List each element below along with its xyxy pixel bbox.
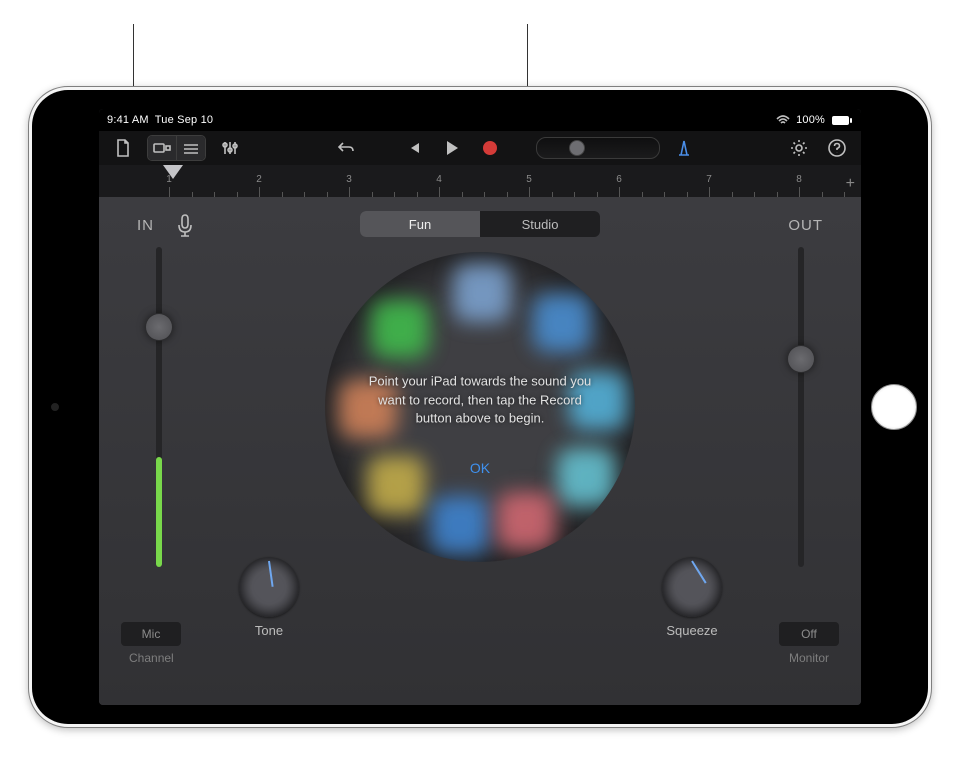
tone-knob[interactable]: [239, 557, 299, 617]
gear-icon: [790, 139, 808, 157]
document-icon: [115, 139, 131, 157]
status-time: 9:41 AM: [107, 114, 149, 126]
undo-icon: [337, 141, 355, 155]
my-songs-button[interactable]: [109, 136, 137, 160]
view-toggle-group: [147, 135, 206, 161]
tracks-button[interactable]: [177, 136, 205, 160]
in-label: IN: [137, 217, 154, 234]
front-camera: [50, 402, 60, 412]
status-date: Tue Sep 10: [155, 114, 213, 126]
out-slider-knob[interactable]: [787, 345, 815, 373]
preset-wheel[interactable]: Point your iPad towards the sound you wa…: [325, 252, 635, 562]
mode-segmented-control: Fun Studio: [360, 211, 600, 237]
tone-label: Tone: [255, 623, 283, 638]
monitor-label: Monitor: [789, 651, 829, 665]
tracks-icon: [182, 141, 200, 155]
squeeze-label: Squeeze: [666, 623, 717, 638]
browser-icon: [153, 141, 171, 155]
metronome-button[interactable]: [670, 136, 698, 160]
ipad-device: 9:41 AM Tue Sep 10 100%: [28, 86, 932, 728]
overlay-ok-button[interactable]: OK: [470, 460, 490, 476]
home-button[interactable]: [871, 384, 917, 430]
master-volume-slider[interactable]: [536, 137, 660, 159]
out-level-slider[interactable]: [781, 247, 821, 567]
settings-button[interactable]: [785, 136, 813, 160]
overlay-message: Point your iPad towards the sound you wa…: [360, 373, 600, 430]
audio-recorder-main: IN OUT Fun Studio: [99, 197, 861, 705]
squeeze-knob[interactable]: [662, 557, 722, 617]
in-level-slider[interactable]: [139, 247, 179, 567]
help-button[interactable]: [823, 136, 851, 160]
help-icon: [828, 139, 846, 157]
mode-tab-fun[interactable]: Fun: [360, 211, 480, 237]
add-section-button[interactable]: +: [846, 175, 855, 193]
out-label: OUT: [788, 217, 823, 234]
channel-button[interactable]: Mic: [121, 622, 181, 646]
battery-icon: [831, 115, 853, 126]
record-icon: [483, 141, 497, 155]
status-bar: 9:41 AM Tue Sep 10 100%: [99, 109, 861, 131]
timeline-ruler[interactable]: 1 2 3 4 5 6 7 8 +: [99, 165, 861, 198]
screen: 9:41 AM Tue Sep 10 100%: [99, 109, 861, 705]
in-slider-knob[interactable]: [145, 313, 173, 341]
battery-percent: 100%: [796, 114, 825, 126]
channel-label: Channel: [129, 651, 174, 665]
rewind-icon: [406, 141, 422, 155]
record-button[interactable]: [476, 136, 504, 160]
mode-tab-studio[interactable]: Studio: [480, 211, 600, 237]
ruler-ticks: [99, 165, 861, 197]
metronome-icon: [676, 139, 692, 157]
play-icon: [445, 140, 459, 156]
mic-icon[interactable]: [175, 212, 195, 238]
go-to-beginning-button[interactable]: [400, 136, 428, 160]
mixer-icon: [221, 140, 239, 156]
monitor-button[interactable]: Off: [779, 622, 839, 646]
browser-button[interactable]: [148, 136, 177, 160]
play-button[interactable]: [438, 136, 466, 160]
wifi-icon: [776, 115, 790, 125]
track-controls-button[interactable]: [216, 136, 244, 160]
undo-button[interactable]: [332, 136, 360, 160]
app-toolbar: [99, 131, 861, 165]
